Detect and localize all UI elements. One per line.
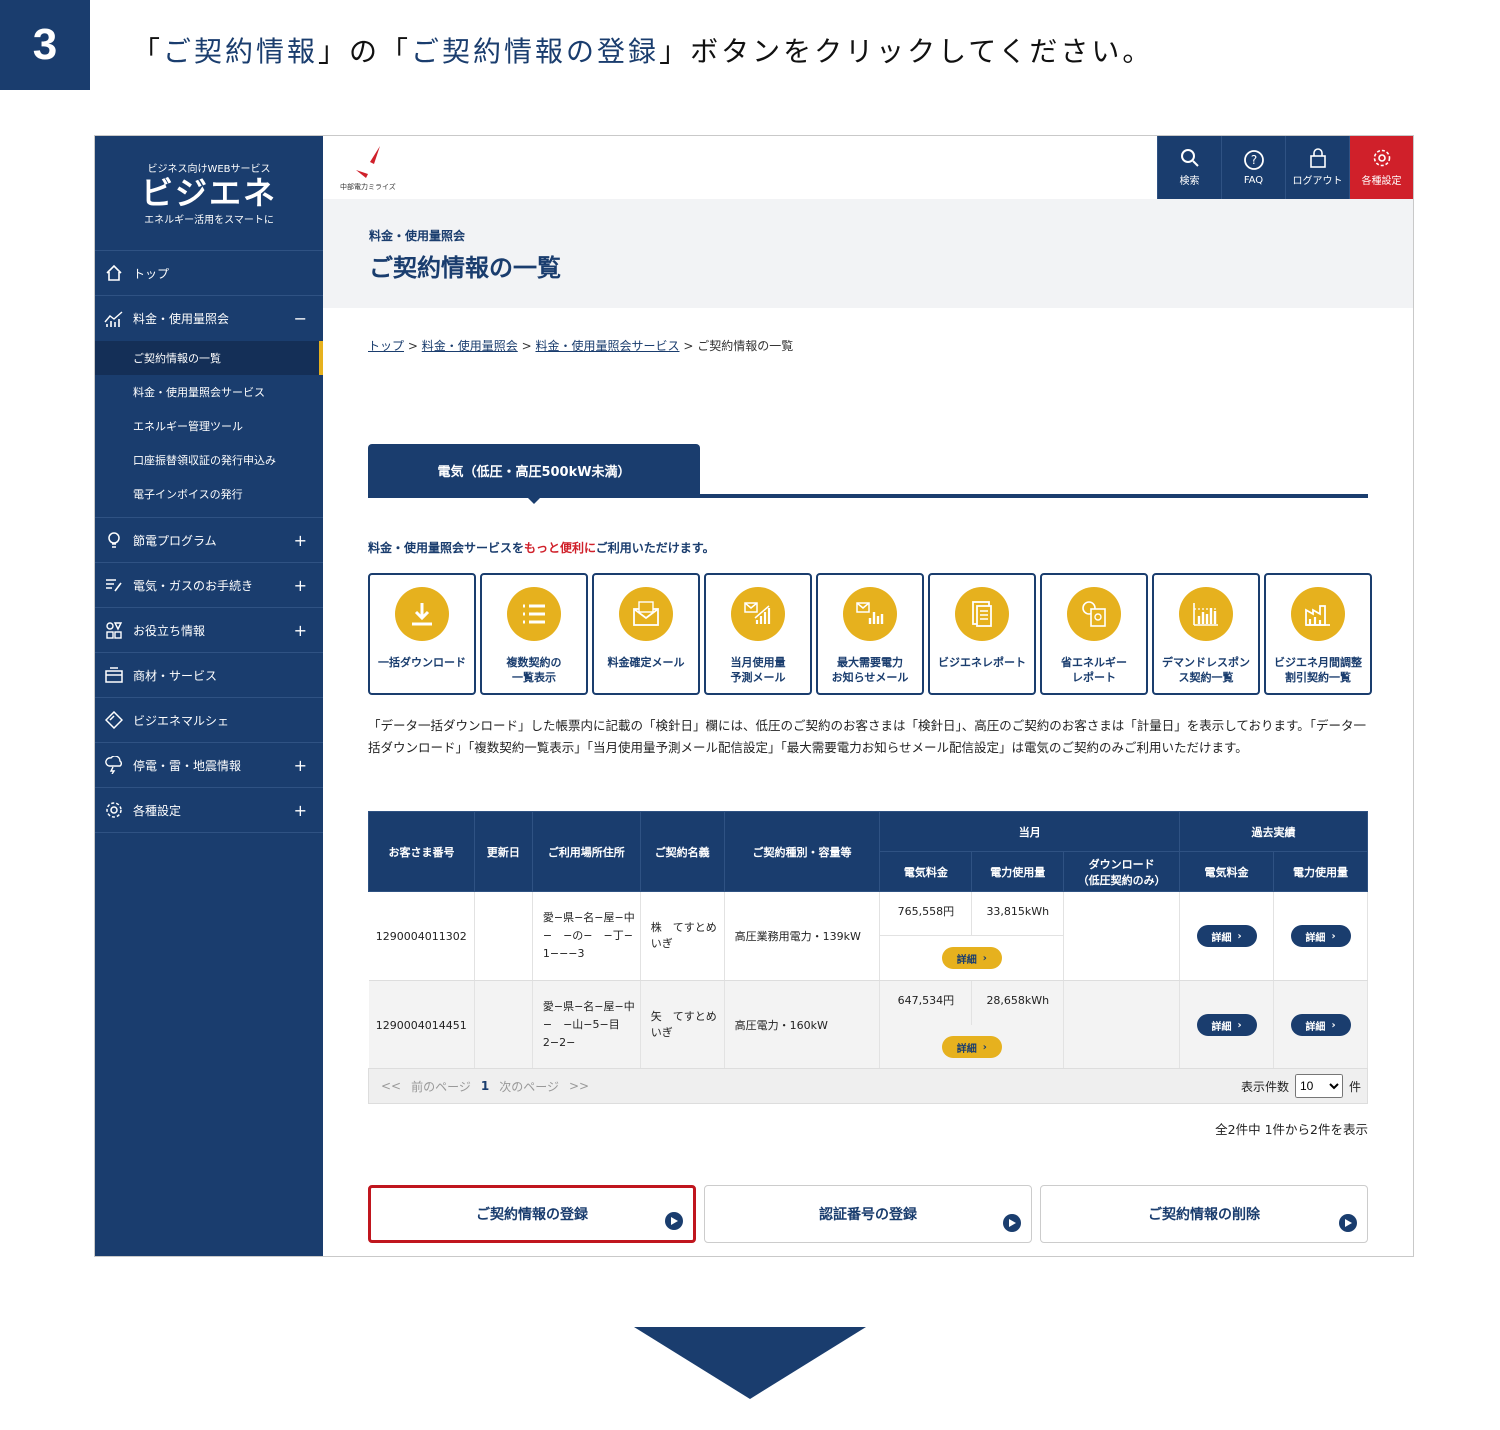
mail-chart-icon [731,587,785,641]
mail-bars-icon [843,587,897,641]
result-summary: 全2件中 1件から2件を表示 [1215,1122,1368,1137]
breadcrumb-current: ご契約情報の一覧 [697,339,794,353]
tab-underline [368,494,1368,498]
col-group-current: 当月 [879,811,1181,852]
col-contract-type: ご契約種別・容量等 [723,811,881,892]
factory-icon [1291,587,1345,641]
notice-text: 「データ一括ダウンロード」した帳票内に記載の「検針日」欄には、低圧のご契約のお客… [368,718,1367,755]
feature-max-demand[interactable]: 最大需要電力 お知らせメール [816,573,924,695]
past-fee-detail-button[interactable]: 詳細 › [1196,925,1257,947]
download-icon [395,587,449,641]
action-buttons: ご契約情報の登録 認証番号の登録 ご契約情報の削除 [368,1185,1368,1243]
col-holder: ご契約名義 [639,811,725,892]
past-usage-detail-button[interactable]: 詳細 › [1290,1014,1351,1036]
per-page-label: 表示件数 [1240,1079,1289,1094]
col-download: ダウンロード （低圧契約のみ） [1063,851,1181,892]
mail-icon [619,587,673,641]
contract-table: お客さま番号 更新日 ご利用場所住所 ご契約名義 ご契約種別・容量等 当月 過去… [368,811,1368,1070]
pagination: << 前のページ 1 次のページ >> 表示件数 10 件 [368,1068,1368,1104]
next-page-link[interactable]: 次のページ [499,1078,559,1095]
next-step-arrow-icon [634,1327,866,1399]
past-fee-detail-button[interactable]: 詳細 › [1196,1014,1257,1036]
play-icon [1339,1214,1357,1232]
step-number-badge: 3 [0,0,90,90]
play-icon [1003,1214,1021,1232]
demand-chart-icon [1179,587,1233,641]
breadcrumb-billing-service[interactable]: 料金・使用量照会サービス [535,339,679,353]
feature-usage-forecast[interactable]: 当月使用量 予測メール [704,573,812,695]
col-group-past: 過去実績 [1179,811,1368,852]
delete-contract-button[interactable]: ご契約情報の削除 [1040,1185,1368,1243]
current-page: 1 [480,1079,490,1093]
report-icon [955,587,1009,641]
col-fee: 電気料金 [879,851,973,892]
last-page-link[interactable]: >> [569,1079,589,1093]
prev-page-link[interactable]: 前のページ [411,1078,471,1095]
col-usage: 電力使用量 [971,851,1065,892]
col-past-usage: 電力使用量 [1273,851,1368,892]
feature-bizene-report[interactable]: ビジエネレポート [928,573,1036,695]
feature-buttons: 一括ダウンロード 複数契約の 一覧表示 料金確定メール 当月使用量 予測メール 最大… [368,573,1372,695]
feature-monthly-discount[interactable]: ビジエネ月間調整 割引契約一覧 [1264,573,1372,695]
per-page-select[interactable]: 10 [1294,1074,1343,1098]
table-row: 1290004011302 愛−県−名−屋−中 − −の− −丁− 1−−−3 株 … [368,891,1368,981]
list-icon [507,587,561,641]
table-row: 1290004014451 愛−県−名−屋−中 − −山−5−目 2−2− 矢 てす… [368,980,1368,1070]
breadcrumb-billing[interactable]: 料金・使用量照会 [422,339,518,353]
feature-multi-contract[interactable]: 複数契約の 一覧表示 [480,573,588,695]
col-past-fee: 電気料金 [1179,851,1274,892]
register-auth-number-button[interactable]: 認証番号の登録 [704,1185,1032,1243]
register-contract-button[interactable]: ご契約情報の登録 [368,1185,696,1243]
first-page-link[interactable]: << [381,1079,401,1093]
col-address: ご利用場所住所 [531,811,641,892]
feature-fee-mail[interactable]: 料金確定メール [592,573,700,695]
current-detail-button[interactable]: 詳細 › [941,947,1002,969]
col-customer-no: お客さま番号 [368,811,475,892]
eco-report-icon [1067,587,1121,641]
feature-demand-response[interactable]: デマンドレスポン ス契約一覧 [1152,573,1260,695]
current-detail-button[interactable]: 詳細 › [941,1036,1002,1058]
feature-bulk-download[interactable]: 一括ダウンロード [368,573,476,695]
feature-eco-report[interactable]: 省エネルギー レポート [1040,573,1148,695]
main-content: トップ > 料金・使用量照会 > 料金・使用量照会サービス > ご契約情報の一覧… [94,135,1414,1257]
breadcrumb-top[interactable]: トップ [368,339,404,353]
breadcrumb: トップ > 料金・使用量照会 > 料金・使用量照会サービス > ご契約情報の一覧 [368,339,794,353]
step-instruction: 「ご契約情報」の「ご契約情報の登録」ボタンをクリックしてください。 [132,35,1154,68]
tab-electricity[interactable]: 電気（低圧・高圧500kW未満） [368,444,700,504]
col-renewal: 更新日 [473,811,533,892]
promo-text: 料金・使用量照会サービスをもっと便利にご利用いただけます。 [368,541,715,555]
past-usage-detail-button[interactable]: 詳細 › [1290,925,1351,947]
tab-bar: 電気（低圧・高圧500kW未満） [368,444,1368,504]
play-icon [665,1212,683,1230]
